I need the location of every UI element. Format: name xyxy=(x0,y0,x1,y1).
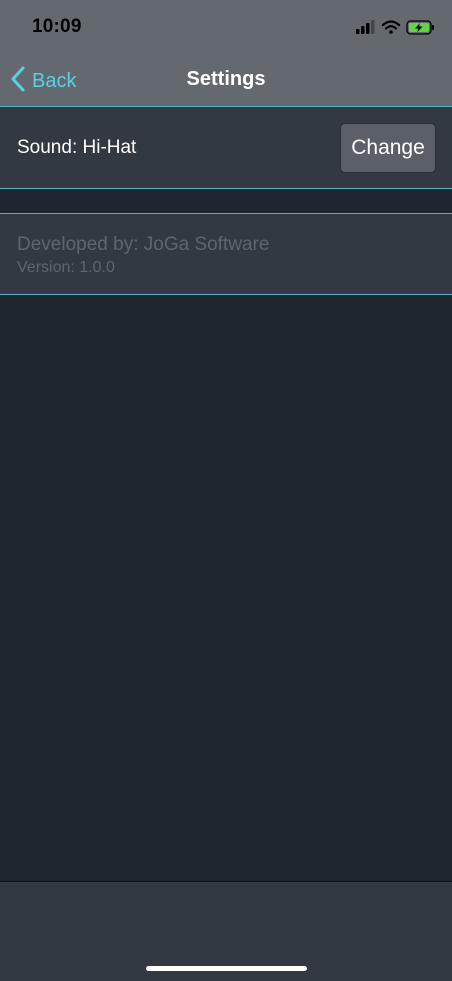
status-bar: 10:09 xyxy=(0,0,452,56)
home-indicator[interactable] xyxy=(146,966,307,971)
page-title: Settings xyxy=(186,68,266,90)
cellular-signal-icon xyxy=(356,20,375,34)
version-label: Version: 1.0.0 xyxy=(17,259,115,276)
about-section: Developed by: JoGa Software Version: 1.0… xyxy=(0,213,452,295)
bottom-bar xyxy=(0,881,452,981)
developer-label: Developed by: JoGa Software xyxy=(17,234,270,255)
wifi-icon xyxy=(381,20,401,34)
sound-label: Sound: Hi-Hat xyxy=(17,137,137,158)
status-time: 10:09 xyxy=(32,16,82,37)
section-gap xyxy=(0,189,452,213)
change-sound-button[interactable]: Change xyxy=(340,123,436,173)
battery-icon xyxy=(406,20,434,35)
status-icons xyxy=(356,18,436,38)
sound-setting-row: Sound: Hi-Hat Change xyxy=(0,107,452,189)
navigation-bar: Back Settings xyxy=(0,56,452,107)
